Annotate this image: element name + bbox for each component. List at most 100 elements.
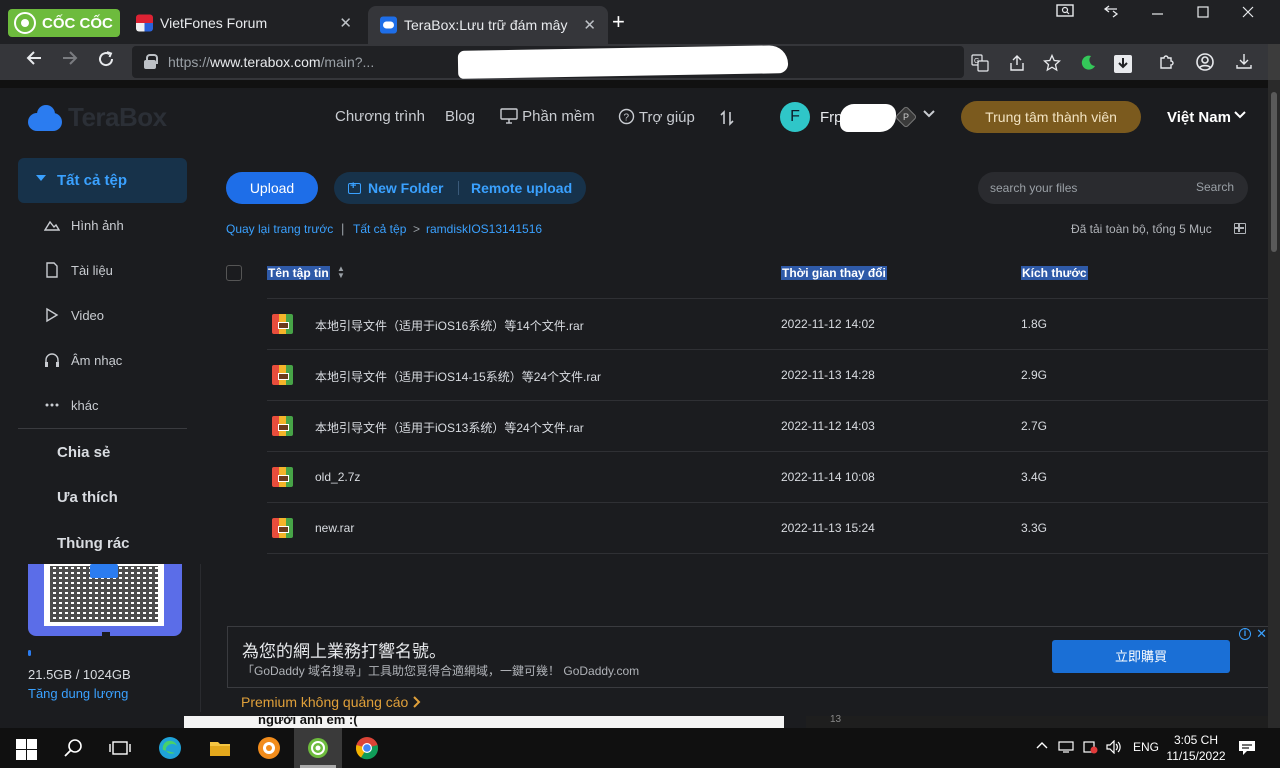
forward-icon[interactable] [62, 50, 78, 71]
close-window-icon[interactable] [1242, 4, 1254, 21]
task-view-icon[interactable] [108, 736, 132, 760]
download-manager-icon[interactable] [1113, 54, 1133, 74]
edge-browser-icon[interactable] [158, 736, 182, 760]
upload-button[interactable]: Upload [226, 172, 318, 204]
taskbar-clock[interactable]: 3:05 CH 11/15/2022 [1163, 732, 1229, 764]
breadcrumb-back-link[interactable]: Quay lại trang trước [226, 222, 333, 236]
close-tab-icon[interactable]: ✕ [339, 14, 352, 32]
tab-terabox[interactable]: TeraBox:Lưu trữ đám mây ✕ [368, 6, 608, 44]
file-explorer-icon[interactable] [208, 736, 232, 760]
nav-blog[interactable]: Blog [445, 108, 475, 125]
extensions-icon[interactable] [1157, 52, 1177, 72]
nav-software[interactable]: Phần mềm [500, 108, 595, 128]
breadcrumb-root-link[interactable]: Tất cả tệp [353, 222, 406, 236]
premium-no-ads-link[interactable]: Premium không quảng cáo [241, 694, 422, 710]
bookmark-star-icon[interactable] [1042, 53, 1062, 74]
address-bar[interactable]: https://www.terabox.com/main?... G [132, 45, 1132, 79]
table-row[interactable]: 本地引导文件（适用于iOS13系统）等24个文件.rar 2022-11-12 … [267, 401, 1268, 452]
nav-help[interactable]: ? Trợ giúp [618, 108, 695, 129]
share-icon[interactable] [1007, 54, 1027, 74]
select-all-checkbox[interactable] [226, 265, 242, 281]
underlying-window-strip: người anh em :( 13 [180, 712, 1268, 728]
increase-storage-link[interactable]: Tăng dung lượng [28, 686, 128, 701]
search-box: Search [978, 172, 1248, 204]
scrollbar-thumb[interactable] [1271, 92, 1277, 252]
monitor-icon [500, 108, 518, 128]
sort-icon[interactable]: ▲ ▼ [337, 265, 345, 280]
back-icon[interactable] [26, 50, 42, 71]
table-row[interactable]: 本地引导文件（适用于iOS14-15系统）等24个文件.rar 2022-11-… [267, 350, 1268, 401]
member-center-button[interactable]: Trung tâm thành viên [961, 101, 1141, 133]
download-icon[interactable] [1234, 52, 1254, 72]
column-header-name[interactable]: Tên tập tin [267, 266, 330, 280]
tray-chevron-up-icon[interactable] [1036, 740, 1048, 755]
nav-programs[interactable]: Chương trình [335, 108, 425, 125]
caret-down-icon [36, 175, 46, 181]
app-orange-icon[interactable] [257, 736, 281, 760]
remote-upload-button[interactable]: Remote upload [471, 180, 572, 196]
volume-icon[interactable] [1106, 739, 1122, 757]
ad-banner[interactable]: 為您的網上業務打響名號。 「GoDaddy 域名搜尋」工具助您覓得合適網域，一鍵… [227, 626, 1268, 688]
file-name[interactable]: old_2.7z [315, 470, 360, 484]
security-alert-icon[interactable] [1082, 740, 1098, 757]
file-size: 2.9G [1021, 368, 1048, 382]
terabox-logo[interactable]: TeraBox [28, 102, 167, 133]
table-row[interactable]: new.rar 2022-11-13 15:24 3.3G [267, 503, 1268, 554]
browser-brand-button[interactable]: CỐC CỐC [8, 9, 120, 37]
search-button[interactable]: Search [1196, 180, 1234, 194]
user-avatar[interactable]: F [780, 102, 810, 132]
region-selector[interactable]: Việt Nam [1167, 109, 1231, 126]
page-scrollbar[interactable] [1268, 80, 1280, 728]
grid-view-icon[interactable] [1234, 223, 1246, 234]
column-header-size[interactable]: Kích thước [1021, 266, 1088, 280]
ad-buy-button[interactable]: 立即購買 [1052, 640, 1230, 673]
maximize-icon[interactable] [1197, 4, 1209, 21]
user-menu-chevron-icon[interactable] [922, 107, 936, 124]
region-chevron-icon[interactable] [1233, 108, 1247, 125]
sidebar-item-music[interactable]: Âm nhạc [44, 350, 184, 372]
file-name[interactable]: 本地引导文件（适用于iOS14-15系统）等24个文件.rar [315, 368, 601, 385]
sidebar-item-share[interactable]: Chia sẻ [57, 444, 110, 461]
translate-icon[interactable]: G [970, 54, 990, 74]
back-arrows-icon[interactable] [1103, 4, 1119, 21]
column-header-modified[interactable]: Thời gian thay đổi [781, 266, 887, 280]
chrome-browser-icon[interactable] [355, 736, 379, 760]
table-row[interactable]: old_2.7z 2022-11-14 10:08 3.4G [267, 452, 1268, 503]
file-name[interactable]: new.rar [315, 521, 354, 535]
premium-badge-icon: P [894, 105, 918, 129]
help-icon: ? [618, 108, 635, 129]
sidebar-item-other[interactable]: khác [44, 395, 184, 417]
terabox-page: TeraBox Chương trình Blog Phần mềm ? Trợ… [0, 80, 1268, 728]
app-qr-code[interactable] [28, 564, 182, 636]
search-input[interactable] [990, 179, 1180, 197]
sidebar-item-images[interactable]: Hình ảnh [43, 215, 184, 237]
sidebar-item-all-files[interactable]: Tất cả tệp [18, 158, 187, 203]
dark-mode-icon[interactable] [1078, 54, 1098, 74]
file-name[interactable]: 本地引导文件（适用于iOS13系统）等24个文件.rar [315, 419, 584, 436]
clock-time: 3:05 CH [1173, 733, 1219, 747]
windows-start-icon[interactable] [14, 736, 38, 760]
search-icon[interactable] [62, 736, 86, 760]
notifications-icon[interactable] [1238, 740, 1256, 759]
tab-vietfones[interactable]: VietFones Forum ✕ [124, 8, 364, 38]
close-tab-icon[interactable]: ✕ [583, 16, 596, 34]
ad-info-icon[interactable]: i [1239, 628, 1251, 640]
sidebar-item-favorites[interactable]: Ưa thích [57, 489, 118, 506]
sidebar-item-documents[interactable]: Tài liệu [44, 260, 184, 282]
reload-icon[interactable] [97, 50, 115, 73]
language-indicator[interactable]: ENG [1133, 740, 1159, 754]
table-row[interactable]: 本地引导文件（适用于iOS16系统）等14个文件.rar 2022-11-12 … [267, 299, 1268, 350]
network-icon[interactable] [1058, 740, 1074, 757]
minimize-icon[interactable] [1152, 4, 1164, 21]
transfer-icon[interactable] [719, 110, 735, 130]
sidebar-item-trash[interactable]: Thùng rác [57, 535, 130, 552]
archive-file-icon [272, 365, 293, 385]
file-name[interactable]: 本地引导文件（适用于iOS16系统）等14个文件.rar [315, 317, 584, 334]
new-folder-button[interactable]: New Folder [348, 180, 443, 196]
tab-search-icon[interactable] [1056, 4, 1074, 21]
sidebar-item-video[interactable]: Video [44, 305, 184, 327]
coccoc-browser-icon[interactable] [306, 736, 330, 760]
profile-icon[interactable] [1195, 52, 1215, 72]
ad-close-icon[interactable]: ✕ [1256, 626, 1267, 642]
new-tab-icon[interactable]: + [612, 9, 625, 35]
